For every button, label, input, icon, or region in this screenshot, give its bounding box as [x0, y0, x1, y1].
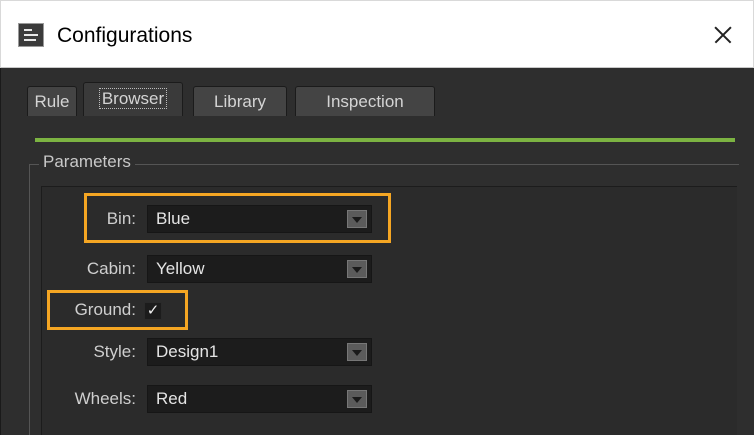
bin-label: Bin:	[106, 209, 136, 228]
cabin-dropdown[interactable]: Yellow	[147, 255, 372, 283]
tab-browser-label: Browser	[98, 88, 168, 109]
wheels-dropdown[interactable]: Red	[147, 385, 372, 413]
chevron-down-icon[interactable]	[347, 390, 367, 408]
bin-dropdown[interactable]: Blue	[147, 205, 372, 233]
ground-checkbox[interactable]: ✓	[144, 302, 162, 320]
tab-browser[interactable]: Browser	[83, 82, 183, 116]
parameters-group-title: Parameters	[39, 152, 135, 172]
bin-value: Blue	[156, 209, 191, 228]
dialog-body: Rule Browser Library Inspection Paramete…	[0, 68, 754, 435]
tab-library[interactable]: Library	[193, 86, 287, 116]
check-icon: ✓	[146, 302, 160, 319]
cabin-label: Cabin:	[86, 259, 136, 278]
chevron-down-icon[interactable]	[347, 210, 367, 228]
window-title: Configurations	[57, 24, 193, 47]
tab-library-label: Library	[214, 92, 266, 111]
app-settings-icon	[18, 23, 44, 47]
tab-inspection[interactable]: Inspection	[295, 86, 435, 116]
tab-rule[interactable]: Rule	[27, 86, 77, 116]
style-dropdown[interactable]: Design1	[147, 338, 372, 366]
title-bar: Configurations	[0, 0, 754, 68]
accent-bar	[35, 138, 735, 142]
chevron-down-icon[interactable]	[347, 260, 367, 278]
wheels-value: Red	[156, 389, 188, 408]
cabin-value: Yellow	[156, 259, 205, 278]
close-icon[interactable]	[703, 15, 743, 55]
style-value: Design1	[156, 342, 219, 361]
ground-label: Ground:	[74, 300, 136, 319]
chevron-down-icon[interactable]	[347, 343, 367, 361]
tab-rule-label: Rule	[34, 92, 70, 111]
wheels-label: Wheels:	[74, 389, 136, 408]
style-label: Style:	[93, 342, 136, 361]
tab-inspection-label: Inspection	[326, 92, 404, 111]
